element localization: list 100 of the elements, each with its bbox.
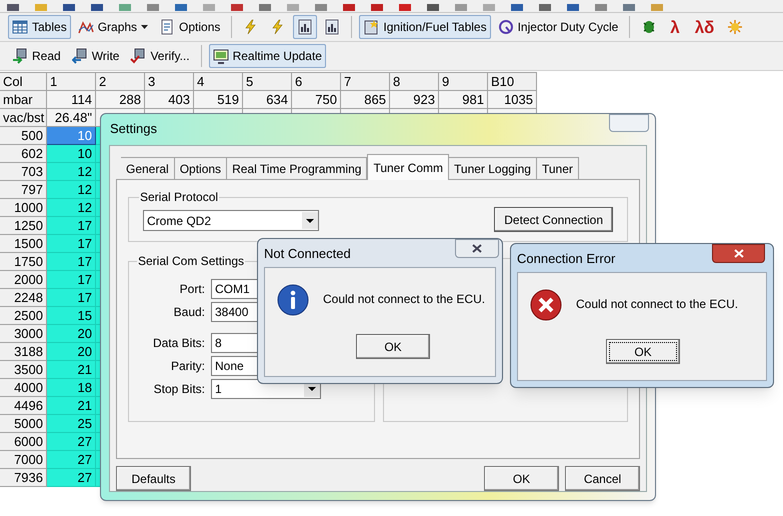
toolbar-icon[interactable] [230, 4, 244, 12]
info-icon [277, 284, 309, 316]
table-cell[interactable]: 17 [47, 253, 96, 271]
dialog-button[interactable]: OK [484, 466, 559, 491]
toolbar-button[interactable]: Ignition/Fuel Tables [359, 15, 491, 39]
toolbar-button[interactable]: Write [68, 44, 124, 68]
toolbar-button[interactable]: λδ [688, 15, 720, 39]
toolbar-button[interactable]: λ [664, 15, 686, 39]
lambda-symbol: λ [669, 18, 681, 36]
table-cell[interactable]: 634 [243, 91, 292, 109]
toolbar-icon[interactable] [370, 4, 384, 12]
dialog-button[interactable]: Cancel [565, 466, 640, 491]
close-icon [472, 244, 482, 253]
row-header: 2000 [0, 271, 47, 289]
table-cell[interactable]: 25 [47, 415, 96, 433]
toolbar-icon[interactable] [594, 4, 608, 12]
table-cell[interactable]: 26.48" [47, 109, 96, 127]
table-cell[interactable]: 20 [47, 325, 96, 343]
toolbar-icon[interactable] [6, 4, 20, 12]
tab[interactable]: Real Time Programming [227, 157, 368, 179]
table-cell[interactable]: 12 [47, 163, 96, 181]
table-cell[interactable]: 750 [292, 91, 341, 109]
toolbar-icon[interactable] [342, 4, 356, 12]
table-cell[interactable]: 17 [47, 289, 96, 307]
table-cell[interactable]: 17 [47, 235, 96, 253]
table-cell[interactable]: 27 [47, 433, 96, 451]
toolbar-button[interactable]: Tables [8, 15, 71, 39]
table-cell[interactable]: 17 [47, 271, 96, 289]
row-header: 1250 [0, 217, 47, 235]
column-header: Col [0, 73, 47, 91]
row-header: 1000 [0, 199, 47, 217]
table-cell[interactable]: 519 [194, 91, 243, 109]
row-header: mbar [0, 91, 47, 109]
field-label: Data Bits: [152, 335, 205, 352]
row-header: 4000 [0, 379, 47, 397]
toolbar-icon[interactable] [426, 4, 440, 12]
table-cell[interactable]: 981 [439, 91, 488, 109]
chart-document-icon [324, 19, 340, 35]
table-cell[interactable]: 15 [47, 307, 96, 325]
toolbar-icon[interactable] [538, 4, 552, 12]
toolbar-icon[interactable] [314, 4, 328, 12]
toolbar-icon[interactable] [510, 4, 524, 12]
close-button[interactable] [712, 244, 765, 263]
row-header: 2248 [0, 289, 47, 307]
row-header: 2500 [0, 307, 47, 325]
ok-button[interactable]: OK [356, 334, 430, 359]
toolbar-button[interactable]: Injector Duty Cycle [494, 15, 622, 39]
table-cell[interactable]: 288 [96, 91, 145, 109]
toolbar-icon[interactable] [258, 4, 272, 12]
table-cell[interactable]: 865 [341, 91, 390, 109]
table-cell[interactable]: 21 [47, 361, 96, 379]
table-cell[interactable]: 923 [390, 91, 439, 109]
group-label: Serial Com Settings [137, 253, 246, 270]
error-icon [530, 289, 562, 321]
protocol-dropdown[interactable]: Crome QD2 [143, 210, 319, 231]
table-cell[interactable]: 27 [47, 451, 96, 469]
column-header: 6 [292, 73, 341, 91]
toolbar-button[interactable]: Graphs [74, 15, 152, 39]
chip-arrow-icon [12, 48, 28, 64]
table-cell[interactable]: 114 [47, 91, 96, 109]
tab[interactable]: Options [174, 157, 228, 179]
detect-connection-button[interactable]: Detect Connection [494, 207, 613, 232]
toolbar-button[interactable]: Verify... [126, 44, 194, 68]
toolbar-icon[interactable] [174, 4, 188, 12]
document-icon [159, 19, 176, 35]
toolbar-button[interactable] [293, 15, 318, 39]
dialog-button[interactable]: Defaults [116, 466, 191, 491]
toolbar-icon[interactable] [622, 4, 636, 12]
toolbar-button[interactable]: Realtime Update [208, 44, 326, 68]
toolbar-icon[interactable] [146, 4, 160, 12]
table-cell[interactable]: 1035 [488, 91, 537, 109]
table-cell[interactable]: 20 [47, 343, 96, 361]
close-button[interactable] [455, 239, 499, 258]
row-header: 1750 [0, 253, 47, 271]
table-cell[interactable]: 17 [47, 217, 96, 235]
toolbar-icon[interactable] [398, 4, 412, 12]
table-cell[interactable]: 12 [47, 181, 96, 199]
bug-icon [641, 19, 658, 35]
table-cell[interactable]: 10 [47, 145, 96, 163]
toolbar-icon[interactable] [566, 4, 580, 12]
tab[interactable]: Tuner Logging [449, 157, 537, 179]
toolbar-button[interactable]: Options [155, 15, 224, 39]
tab[interactable]: Tuner [536, 157, 579, 179]
row-header: vac/bst [0, 109, 47, 127]
tab[interactable]: Tuner Comm [367, 154, 450, 180]
table-cell[interactable]: 12 [47, 199, 96, 217]
monitor-icon [212, 48, 229, 64]
tab[interactable]: General [121, 157, 175, 179]
gauge-icon [498, 19, 514, 35]
toolbar-icon[interactable] [62, 4, 76, 12]
table-cell[interactable]: 403 [145, 91, 194, 109]
table-cell[interactable]: 21 [47, 397, 96, 415]
field-label: Port: [178, 281, 205, 298]
field-label: Baud: [172, 304, 205, 321]
ok-button[interactable]: OK [606, 339, 680, 364]
table-cell[interactable]: 27 [47, 469, 96, 487]
toolbar-button[interactable]: Read [8, 44, 65, 68]
table-cell[interactable]: 18 [47, 379, 96, 397]
message-text: Could not connect to the ECU. [576, 296, 738, 313]
toolbar-icon[interactable] [90, 4, 104, 12]
